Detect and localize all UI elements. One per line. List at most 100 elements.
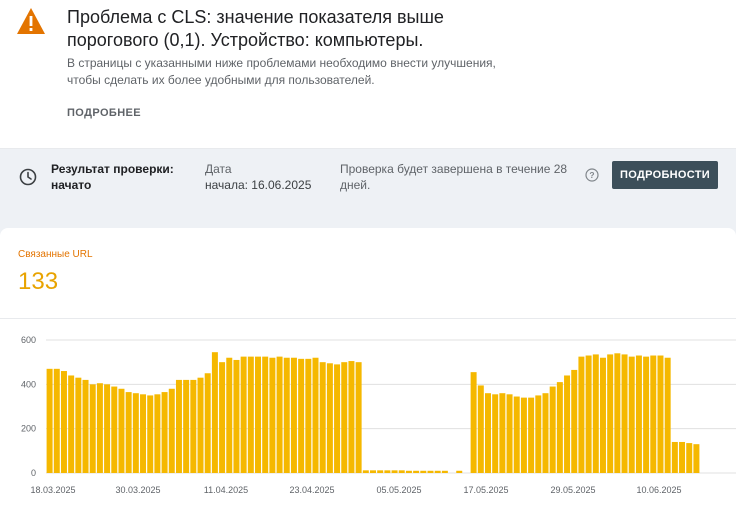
chart-bar[interactable] bbox=[125, 392, 132, 473]
chart-bar[interactable] bbox=[391, 470, 398, 473]
chart-bar[interactable] bbox=[599, 357, 606, 473]
chart-bar[interactable] bbox=[585, 355, 592, 473]
chart-bar[interactable] bbox=[255, 356, 262, 474]
chart-bar[interactable] bbox=[564, 375, 571, 473]
affected-urls-label: Связанные URL bbox=[18, 249, 93, 260]
chart-bar[interactable] bbox=[520, 397, 527, 473]
chart-bar[interactable] bbox=[68, 375, 75, 473]
chart-bar[interactable] bbox=[535, 395, 542, 473]
chart-bar[interactable] bbox=[679, 441, 686, 473]
clock-icon bbox=[19, 168, 37, 186]
chart-bar[interactable] bbox=[298, 358, 305, 473]
chart-bar[interactable] bbox=[621, 354, 628, 473]
chart-bar[interactable] bbox=[262, 356, 269, 474]
chart-bar[interactable] bbox=[326, 363, 333, 473]
chart-bar[interactable] bbox=[643, 356, 650, 474]
chart-bar[interactable] bbox=[204, 373, 211, 473]
validation-date-label: Дата bbox=[205, 162, 232, 176]
chart-bar[interactable] bbox=[377, 470, 384, 473]
chart-bar[interactable] bbox=[542, 393, 549, 473]
chart-bar[interactable] bbox=[111, 386, 118, 473]
chart-bar[interactable] bbox=[175, 379, 182, 473]
chart-bar[interactable] bbox=[219, 362, 226, 473]
chart-bar[interactable] bbox=[499, 393, 506, 473]
help-icon[interactable]: ? bbox=[585, 168, 599, 182]
chart-bar[interactable] bbox=[657, 355, 664, 473]
chart-bar[interactable] bbox=[650, 355, 657, 473]
chart-bar[interactable] bbox=[628, 356, 635, 474]
chart-bar[interactable] bbox=[506, 394, 513, 473]
chart-bar[interactable] bbox=[161, 392, 168, 473]
chart-bar[interactable] bbox=[190, 379, 197, 473]
chart-bar[interactable] bbox=[370, 470, 376, 473]
chart-bar[interactable] bbox=[60, 371, 67, 473]
chart-bar[interactable] bbox=[348, 361, 355, 473]
chart-bar[interactable] bbox=[607, 354, 614, 473]
chart-bar[interactable] bbox=[168, 388, 175, 473]
issue-title: Проблема с CLS: значение показателя выше… bbox=[67, 7, 444, 50]
svg-text:?: ? bbox=[589, 170, 594, 180]
chart-bar[interactable] bbox=[384, 470, 391, 473]
chart-bar[interactable] bbox=[513, 396, 520, 473]
details-button[interactable]: ПОДРОБНОСТИ bbox=[612, 161, 718, 189]
chart-bar[interactable] bbox=[413, 470, 420, 473]
chart-bar[interactable] bbox=[233, 359, 240, 473]
chart-bar[interactable] bbox=[434, 470, 441, 473]
chart-bar[interactable] bbox=[312, 357, 319, 473]
chart-bar[interactable] bbox=[183, 379, 190, 473]
chart-bar[interactable] bbox=[240, 356, 247, 474]
chart-bar[interactable] bbox=[269, 357, 276, 473]
y-tick-label: 600 bbox=[21, 335, 36, 345]
chart-bar[interactable] bbox=[140, 394, 147, 473]
chart-bar[interactable] bbox=[75, 377, 82, 473]
chart-bar[interactable] bbox=[398, 470, 405, 473]
chart-bar[interactable] bbox=[362, 470, 369, 473]
chart-bar[interactable] bbox=[614, 353, 621, 473]
chart-bar[interactable] bbox=[211, 352, 218, 473]
chart-bar[interactable] bbox=[118, 388, 125, 473]
chart-bar[interactable] bbox=[578, 356, 585, 474]
chart-bar[interactable] bbox=[53, 368, 60, 473]
chart-bar[interactable] bbox=[154, 394, 161, 473]
chart-bar[interactable] bbox=[334, 364, 341, 473]
chart-bar[interactable] bbox=[556, 382, 563, 473]
chart-bar[interactable] bbox=[147, 395, 154, 473]
chart-bar[interactable] bbox=[477, 385, 484, 473]
chart-bar[interactable] bbox=[492, 394, 499, 473]
chart-bar[interactable] bbox=[89, 384, 96, 473]
learn-more-link[interactable]: ПОДРОБНЕЕ bbox=[67, 107, 141, 119]
chart-bar[interactable] bbox=[635, 355, 642, 473]
chart-bar[interactable] bbox=[96, 383, 103, 473]
chart-bar[interactable] bbox=[319, 362, 326, 473]
chart-bar[interactable] bbox=[355, 362, 362, 473]
chart-bar[interactable] bbox=[456, 470, 463, 473]
chart-bar[interactable] bbox=[341, 362, 348, 473]
issue-description: В страницы с указанными ниже проблемами … bbox=[67, 56, 496, 87]
chart-bar[interactable] bbox=[441, 470, 448, 473]
chart-bar[interactable] bbox=[571, 369, 578, 473]
chart-bar[interactable] bbox=[290, 357, 297, 473]
chart-bar[interactable] bbox=[226, 357, 233, 473]
chart-bar[interactable] bbox=[420, 470, 427, 473]
chart-bar[interactable] bbox=[405, 470, 412, 473]
chart-bar[interactable] bbox=[693, 444, 700, 473]
chart-bar[interactable] bbox=[132, 393, 139, 473]
chart-bar[interactable] bbox=[197, 377, 204, 473]
urls-bar-chart: 0 200 400 600 18.03.2025 30.03.2025 11.04.2025… bbox=[21, 335, 736, 495]
chart-bar[interactable] bbox=[82, 379, 89, 473]
chart-bar[interactable] bbox=[283, 357, 290, 473]
chart-bar[interactable] bbox=[247, 356, 254, 474]
chart-bar[interactable] bbox=[664, 357, 671, 473]
chart-bar[interactable] bbox=[686, 443, 693, 473]
chart-bar[interactable] bbox=[528, 397, 535, 473]
chart-bar[interactable] bbox=[592, 354, 599, 473]
chart-bar[interactable] bbox=[104, 384, 111, 473]
chart-bar[interactable] bbox=[427, 470, 434, 473]
chart-bar[interactable] bbox=[276, 356, 283, 474]
chart-bar[interactable] bbox=[671, 441, 678, 473]
chart-bar[interactable] bbox=[470, 372, 477, 473]
chart-bar[interactable] bbox=[305, 358, 312, 473]
chart-bar[interactable] bbox=[46, 368, 53, 473]
chart-bar[interactable] bbox=[485, 393, 491, 473]
chart-bar[interactable] bbox=[549, 386, 556, 473]
